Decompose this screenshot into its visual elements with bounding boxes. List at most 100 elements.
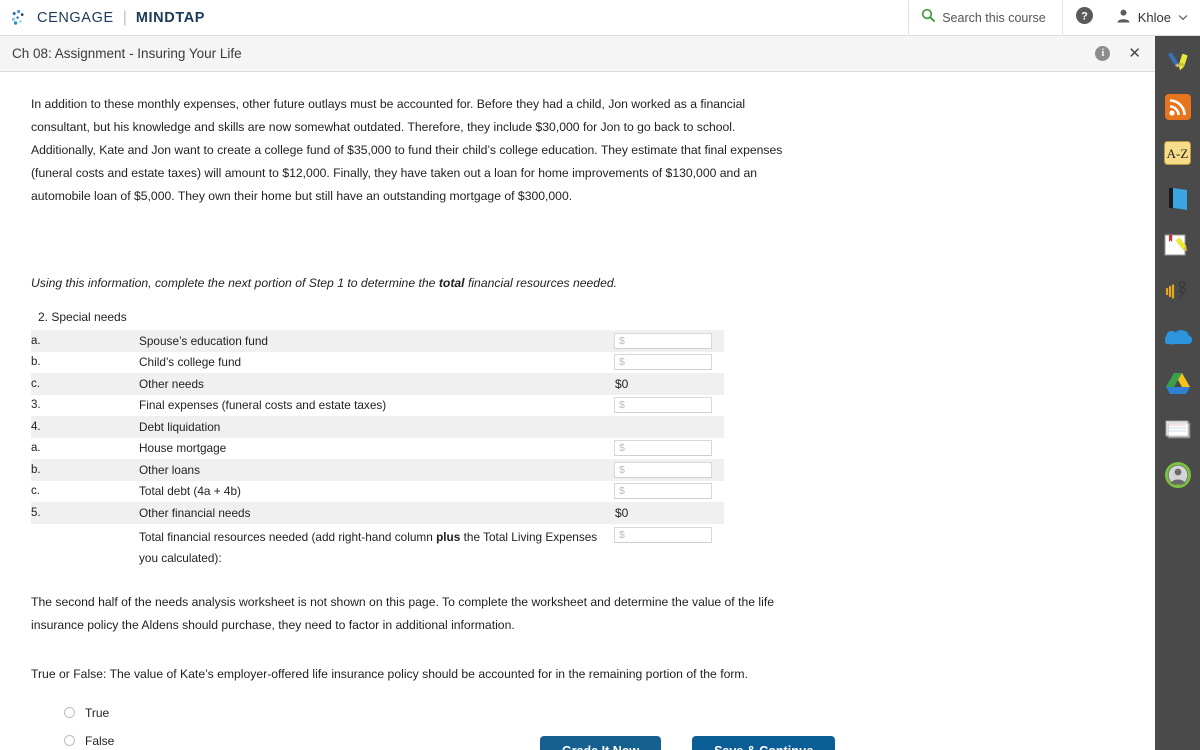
needs-analysis-table: a. Spouse’s education fund b. Child’s colle… (31, 330, 724, 569)
user-menu[interactable]: Khloe (1106, 0, 1200, 36)
chevron-down-icon (1178, 12, 1188, 24)
dictionary-az-icon[interactable]: A-Z (1161, 136, 1195, 170)
highlighter-icon[interactable] (1161, 44, 1195, 78)
search-label: Search this course (942, 10, 1046, 25)
total-value-cell (614, 524, 724, 569)
row-index: c. (31, 377, 40, 390)
brand-mindtap-text: MINDTAP (135, 9, 206, 26)
mindtap-app: CENGAGE | MINDTAP Search this course ? K… (0, 0, 1200, 750)
close-icon[interactable]: ✕ (1128, 46, 1141, 61)
total-label-bold: plus (436, 529, 461, 544)
assignment-actions: i ✕ (1095, 46, 1155, 61)
row-label: Child’s college fund (139, 355, 242, 370)
help-button[interactable]: ? (1061, 0, 1106, 36)
user-name-label: Khloe (1137, 10, 1171, 25)
row-value-cell (614, 438, 724, 460)
row-index: 5. (31, 506, 41, 519)
table-row: a. Spouse’s education fund (31, 330, 724, 352)
google-drive-icon[interactable] (1161, 366, 1195, 400)
instruction-bold: total (438, 276, 465, 290)
onedrive-icon[interactable] (1161, 320, 1195, 354)
footer-buttons: Grade It Now Save & Continue (0, 736, 1155, 750)
choice-true-label: True (85, 705, 110, 720)
assignment-content: In addition to these monthly expenses, o… (0, 73, 1155, 750)
assignment-title-bar: Ch 08: Assignment - Insuring Your Life i… (0, 36, 1155, 72)
table-row: b. Child’s college fund (31, 351, 724, 374)
table-row: 4. Debt liquidation (31, 416, 724, 438)
row-label: Other loans (139, 462, 200, 477)
row-label: Total debt (4a + 4b) (139, 484, 241, 499)
header-actions: Search this course ? Khloe (908, 0, 1200, 36)
total-row-label: Total financial resources needed (add ri… (139, 524, 614, 569)
row-value-cell (614, 330, 724, 352)
row-value-cell (614, 459, 724, 481)
tail-paragraph: The second half of the needs analysis wo… (31, 594, 774, 632)
table-row: 5. Other financial needs $0 (31, 502, 724, 524)
search-course-button[interactable]: Search this course (908, 0, 1062, 36)
row-value-cell (614, 395, 724, 417)
row-index: c. (31, 485, 40, 498)
svg-text:?: ? (1081, 10, 1088, 22)
tools-rail: A-Z (1155, 36, 1200, 750)
row-value-cell (614, 352, 724, 374)
save-and-continue-button[interactable]: Save & Continue (692, 736, 836, 750)
amount-input[interactable] (614, 440, 712, 457)
brand-divider: | (122, 8, 127, 26)
row-index: b. (31, 463, 41, 476)
cengage-logo-icon (10, 8, 30, 28)
row-index: 3. (31, 399, 41, 412)
grade-it-now-button[interactable]: Grade It Now (540, 736, 662, 750)
table-row: c. Total debt (4a + 4b) (31, 480, 724, 503)
amount-input[interactable] (614, 332, 712, 349)
flashcards-icon[interactable] (1161, 412, 1195, 446)
table-row: c. Other needs $0 (31, 373, 724, 395)
notes-icon[interactable] (1161, 228, 1195, 262)
instruction-pre: Using this information, complete the nex… (31, 276, 439, 290)
choice-true[interactable]: True (64, 699, 1155, 727)
total-label-pre: Total financial resources needed (add ri… (139, 529, 437, 544)
true-false-question: True or False: The value of Kate’s emplo… (31, 666, 748, 681)
table-row: a. House mortgage (31, 437, 724, 460)
cengage-brand[interactable]: CENGAGE | MINDTAP (0, 8, 205, 28)
row-value-cell (614, 481, 724, 503)
row-label: Spouse’s education fund (139, 333, 268, 348)
needs-table-body: a. Spouse’s education fund b. Child’s colle… (31, 330, 724, 569)
total-amount-input[interactable] (614, 526, 712, 543)
row-label: Other needs (139, 376, 204, 391)
amount-input[interactable] (614, 354, 712, 371)
svg-text:A-Z: A-Z (1167, 146, 1189, 161)
profile-ring-icon[interactable] (1161, 458, 1195, 492)
row-value-cell: $0 (614, 373, 724, 395)
info-icon[interactable]: i (1095, 46, 1111, 61)
read-aloud-icon[interactable] (1161, 274, 1195, 308)
brand-cengage-text: CENGAGE (37, 9, 114, 26)
row-label: House mortgage (139, 441, 227, 456)
table-row: 3. Final expenses (funeral costs and esta… (31, 394, 724, 417)
total-row-index (31, 524, 139, 569)
global-header: CENGAGE | MINDTAP Search this course ? K… (0, 0, 1200, 36)
section-label-special-needs: 2. Special needs (38, 310, 127, 324)
row-label: Other financial needs (139, 505, 251, 520)
search-icon (921, 8, 936, 27)
amount-input[interactable] (614, 397, 712, 414)
page-title: Ch 08: Assignment - Insuring Your Life (12, 46, 242, 61)
table-row-total: Total financial resources needed (add ri… (31, 523, 724, 569)
row-index: a. (31, 442, 41, 455)
instruction-post: financial resources needed. (464, 276, 618, 290)
user-avatar-icon (1116, 8, 1131, 28)
row-value-cell: $0 (614, 502, 724, 524)
rss-feed-icon[interactable] (1161, 90, 1195, 124)
table-row: b. Other loans (31, 459, 724, 481)
help-circle-icon: ? (1075, 6, 1093, 29)
row-label: Final expenses (funeral costs and estate… (139, 398, 387, 413)
row-label: Debt liquidation (139, 419, 221, 434)
radio-true-icon[interactable] (64, 707, 75, 718)
amount-input[interactable] (614, 461, 712, 478)
row-index: a. (31, 334, 41, 347)
static-amount: $0 (615, 505, 629, 520)
row-value-cell (614, 416, 724, 438)
static-amount: $0 (615, 376, 629, 391)
amount-input[interactable] (614, 483, 712, 500)
scenario-paragraph: In addition to these monthly expenses, o… (31, 97, 783, 203)
book-icon[interactable] (1161, 182, 1195, 216)
